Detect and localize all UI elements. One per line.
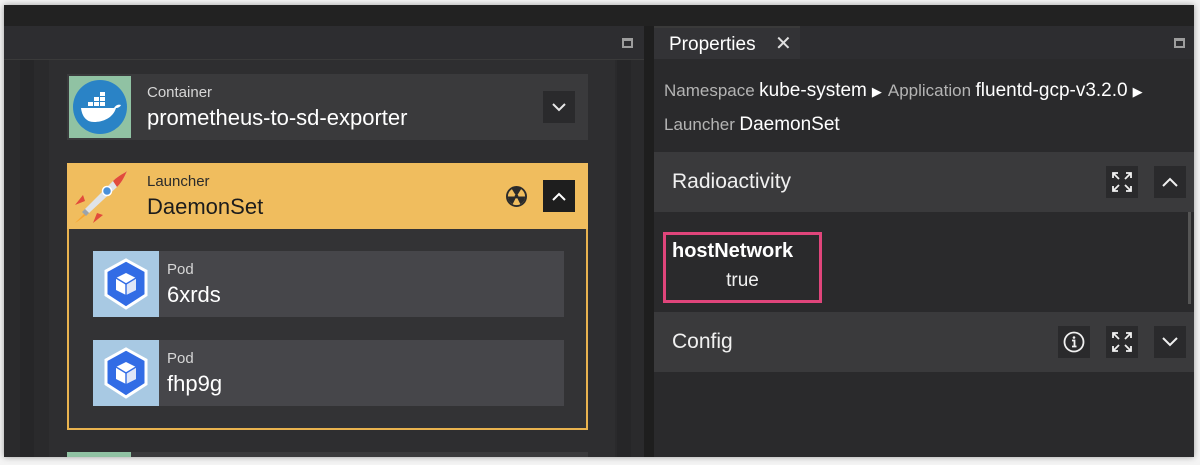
kubernetes-pod-icon — [104, 347, 148, 399]
collapse-button[interactable] — [543, 180, 575, 212]
window-top-strip — [4, 5, 1194, 26]
card-kind-label: Container — [147, 84, 213, 101]
topology-panel: Container prometheus-to-sd-exporter Laun — [4, 26, 644, 457]
tab-properties[interactable]: Properties ✕ — [654, 26, 800, 59]
maximize-icon[interactable] — [622, 38, 633, 48]
tree-gutter — [20, 60, 34, 457]
container-thumbnail — [69, 76, 131, 138]
kubernetes-pod-icon — [104, 258, 148, 310]
breadcrumb-separator-icon: ▶ — [1132, 84, 1143, 99]
radioactivity-content: hostNetwork true — [654, 212, 1194, 310]
breadcrumb-launcher[interactable]: DaemonSet — [739, 114, 839, 135]
breadcrumb-key: Launcher — [664, 115, 735, 134]
property-key: hostNetwork — [672, 240, 794, 262]
expand-section-button[interactable] — [1154, 326, 1186, 358]
property-value: true — [726, 270, 759, 291]
info-button[interactable] — [1058, 326, 1090, 358]
launcher-card-header[interactable]: Launcher DaemonSet — [67, 163, 588, 229]
launcher-children: Pod 6xrds Pod fhp9g — [67, 229, 588, 430]
collapse-section-button[interactable] — [1154, 166, 1186, 198]
breadcrumb-separator-icon: ▶ — [871, 84, 882, 99]
breadcrumb-application[interactable]: fluentd-gcp-v3.2.0 — [976, 80, 1128, 101]
section-radioactivity[interactable]: Radioactivity — [654, 152, 1194, 212]
chevron-up-icon — [1162, 177, 1178, 187]
pod-thumbnail — [93, 340, 159, 406]
next-card-thumbnail — [67, 452, 131, 457]
pod-kind-label: Pod — [167, 350, 194, 367]
app-window: Container prometheus-to-sd-exporter Laun — [4, 5, 1194, 457]
launcher-thumbnail — [71, 167, 131, 227]
breadcrumb-key: Application — [887, 81, 972, 100]
card-name: DaemonSet — [147, 194, 264, 219]
expand-fullscreen-button[interactable] — [1106, 326, 1138, 358]
fullscreen-icon — [1112, 172, 1132, 192]
tree-gutter-right — [617, 60, 631, 457]
chevron-down-icon — [1162, 337, 1178, 347]
pod-thumbnail — [93, 251, 159, 317]
chevron-down-icon — [552, 102, 566, 111]
property-highlight: hostNetwork true — [663, 232, 822, 303]
docker-whale-icon — [73, 80, 127, 134]
pod-name: 6xrds — [167, 282, 221, 307]
expand-fullscreen-button[interactable] — [1106, 166, 1138, 198]
rocket-icon — [75, 171, 127, 223]
card-name: prometheus-to-sd-exporter — [147, 105, 408, 130]
properties-panel: Properties ✕ Namespace kube-system ▶ Appli… — [654, 26, 1194, 457]
info-icon — [1063, 331, 1085, 353]
scrollbar[interactable] — [1188, 212, 1191, 304]
section-title: Config — [672, 330, 733, 353]
container-card[interactable]: Container prometheus-to-sd-exporter — [67, 74, 588, 140]
pod-card-6xrds[interactable]: Pod 6xrds — [93, 251, 564, 317]
topology-panel-header — [4, 26, 644, 60]
section-title: Radioactivity — [672, 170, 792, 193]
fullscreen-icon — [1112, 332, 1132, 352]
breadcrumb: Namespace kube-system ▶ Application fluent… — [664, 74, 1189, 142]
pod-kind-label: Pod — [167, 261, 194, 278]
card-kind-label: Launcher — [147, 173, 210, 190]
radioactive-icon[interactable] — [506, 186, 527, 207]
expand-button[interactable] — [543, 91, 575, 123]
breadcrumb-key: Namespace — [664, 81, 755, 100]
chevron-up-icon — [552, 192, 566, 201]
section-config[interactable]: Config — [654, 312, 1194, 372]
maximize-icon[interactable] — [1174, 38, 1185, 48]
tab-label: Properties — [669, 34, 756, 55]
pod-card-fhp9g[interactable]: Pod fhp9g — [93, 340, 564, 406]
pod-name: fhp9g — [167, 371, 223, 396]
breadcrumb-namespace[interactable]: kube-system — [759, 80, 867, 101]
next-card-peek — [67, 452, 588, 457]
properties-tab-bar: Properties ✕ — [654, 26, 1194, 59]
close-icon[interactable]: ✕ — [775, 31, 792, 55]
